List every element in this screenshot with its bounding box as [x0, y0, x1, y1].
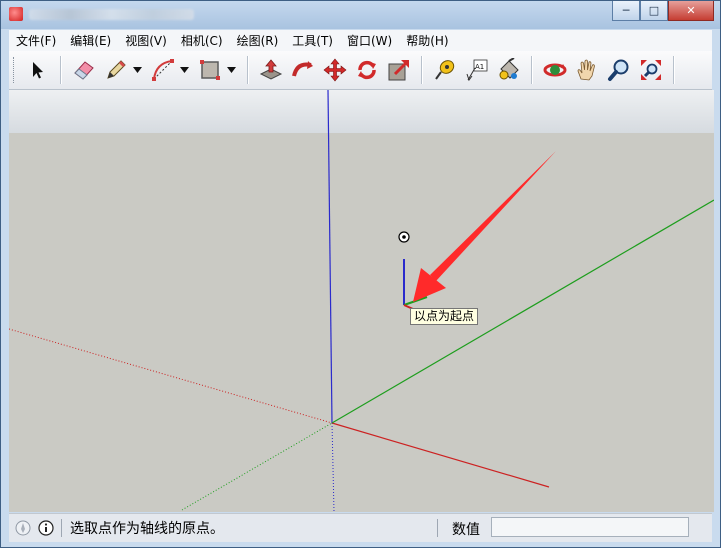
value-label: 数值 [452, 522, 480, 538]
blue-axis-negative [331, 422, 335, 512]
tape-measure-tool[interactable] [431, 56, 459, 84]
scale-icon [388, 60, 409, 81]
toolbar-separator [60, 56, 62, 84]
text-icon: A1 [466, 59, 488, 82]
scale-tool[interactable] [385, 56, 413, 84]
zoom-tool[interactable] [605, 56, 633, 84]
minimize-button[interactable]: ─ [612, 1, 640, 21]
pencil-tool[interactable] [102, 56, 130, 84]
chevron-down-icon [133, 67, 142, 73]
toolbar: A1 [9, 51, 712, 90]
arc-dropdown[interactable] [179, 56, 190, 84]
toolbar-separator [421, 56, 423, 84]
menu-window[interactable]: 窗口(W) [340, 32, 399, 49]
menu-help[interactable]: 帮助(H) [399, 32, 455, 49]
pan-tool[interactable] [573, 56, 601, 84]
value-input[interactable] [491, 517, 689, 537]
menu-draw[interactable]: 绘图(R) [230, 32, 286, 49]
pencil-dropdown[interactable] [132, 56, 143, 84]
geo-location-icon[interactable] [14, 519, 32, 537]
follow-me-tool[interactable] [289, 56, 317, 84]
app-icon [9, 7, 23, 21]
zoom-extents-icon [641, 60, 661, 80]
move-tool[interactable] [321, 56, 349, 84]
eraser-icon [74, 61, 94, 80]
orbit-icon [543, 63, 567, 77]
red-axis-negative [9, 328, 333, 424]
red-axis [331, 422, 550, 488]
zoom-icon [608, 59, 629, 81]
select-tool[interactable] [24, 56, 52, 84]
green-axis-negative [181, 422, 333, 511]
rectangle-tool[interactable] [196, 56, 224, 84]
app-window: ─ □ ✕ 文件(F) 编辑(E) 视图(V) 相机(C) 绘图(R) 工具(T… [0, 0, 721, 548]
push-pull-tool[interactable] [257, 56, 285, 84]
menu-file[interactable]: 文件(F) [9, 32, 63, 49]
info-icon[interactable] [37, 519, 55, 537]
push-pull-icon [259, 59, 283, 80]
menu-edit[interactable]: 编辑(E) [63, 32, 118, 49]
zoom-extents-tool[interactable] [637, 56, 665, 84]
toolbar-grip[interactable] [13, 57, 17, 83]
rectangle-dropdown[interactable] [226, 56, 237, 84]
close-button[interactable]: ✕ [668, 1, 714, 21]
blue-axis [327, 90, 333, 424]
text-tool-label: A1 [475, 63, 484, 71]
pan-icon [577, 59, 595, 81]
window-title [29, 9, 194, 20]
status-message: 选取点作为轴线的原点。 [70, 521, 224, 537]
pencil-line-icon [107, 60, 126, 79]
status-bar: 选取点作为轴线的原点。 数值 [9, 513, 712, 542]
menu-tools[interactable]: 工具(T) [285, 32, 340, 49]
maximize-button[interactable]: □ [640, 1, 668, 21]
menu-bar: 文件(F) 编辑(E) 视图(V) 相机(C) 绘图(R) 工具(T) 窗口(W… [9, 30, 712, 51]
chevron-down-icon [227, 67, 236, 73]
inference-tooltip: 以点为起点 [410, 308, 479, 325]
paint-bucket-tool[interactable] [495, 56, 523, 84]
chevron-down-icon [180, 67, 189, 73]
tape-measure-icon [435, 60, 455, 80]
move-icon [323, 58, 347, 82]
rectangle-icon [200, 60, 220, 80]
text-tool[interactable]: A1 [463, 56, 491, 84]
axes-canvas [9, 90, 714, 512]
title-bar[interactable]: ─ □ ✕ [1, 1, 720, 29]
follow-me-icon [292, 61, 313, 77]
toolbar-separator [531, 56, 533, 84]
select-icon [33, 62, 43, 79]
toolbar-separator [247, 56, 249, 84]
arc-tool[interactable] [149, 56, 177, 84]
green-axis [331, 199, 714, 424]
eraser-tool[interactable] [70, 56, 98, 84]
status-divider [437, 519, 438, 537]
arc-icon [152, 59, 174, 81]
orbit-tool[interactable] [541, 56, 569, 84]
rotate-tool[interactable] [353, 56, 381, 84]
status-divider [61, 519, 62, 537]
menu-camera[interactable]: 相机(C) [174, 32, 230, 49]
paint-bucket-icon [499, 58, 519, 80]
menu-view[interactable]: 视图(V) [118, 32, 174, 49]
drawing-viewport[interactable]: 以点为起点 [9, 90, 714, 512]
rotate-icon [358, 60, 376, 80]
annotation-arrow [413, 151, 556, 302]
toolbar-separator [673, 56, 675, 84]
